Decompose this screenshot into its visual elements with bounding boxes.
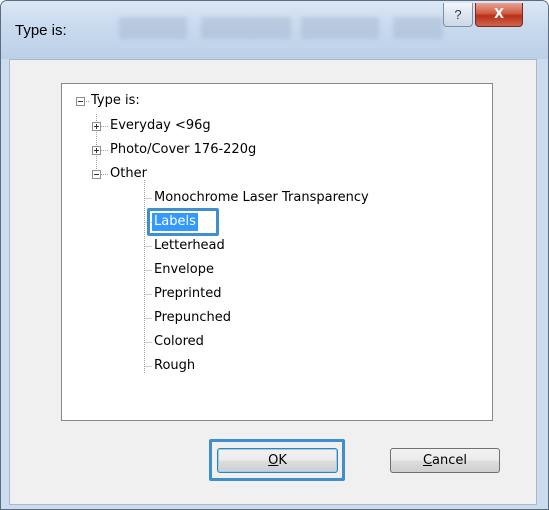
dialog-window: Type is: ? X Type is: Everyday <96g Phot…	[0, 0, 549, 510]
background-blur	[201, 17, 291, 39]
tree-item-photo-cover[interactable]: Photo/Cover 176-220g	[110, 141, 256, 159]
collapse-icon[interactable]	[76, 97, 85, 106]
expand-icon[interactable]	[92, 146, 101, 155]
tree-item-letterhead[interactable]: Letterhead	[154, 237, 225, 255]
expand-icon[interactable]	[92, 122, 101, 131]
labels-highlight-ring	[147, 208, 219, 236]
tree-item-envelope[interactable]: Envelope	[154, 261, 214, 279]
background-blur	[301, 17, 379, 39]
paper-type-tree[interactable]: Type is: Everyday <96g Photo/Cover 176-2…	[61, 83, 493, 421]
cancel-mnemonic: C	[422, 453, 433, 468]
tree-item-colored[interactable]: Colored	[154, 333, 204, 351]
ok-label-rest: K	[278, 453, 287, 468]
background-blur	[119, 17, 187, 39]
tree-item-rough[interactable]: Rough	[154, 357, 195, 375]
tree-item-prepunched[interactable]: Prepunched	[154, 309, 231, 327]
ok-button[interactable]: OK	[217, 448, 338, 473]
background-blur	[393, 17, 443, 39]
help-icon: ?	[454, 7, 462, 22]
tree-item-other[interactable]: Other	[110, 165, 147, 183]
dialog-client-area: Type is: Everyday <96g Photo/Cover 176-2…	[9, 59, 537, 505]
cancel-label-rest: ancel	[432, 453, 468, 468]
help-button[interactable]: ?	[443, 3, 473, 27]
tree-item-everyday[interactable]: Everyday <96g	[110, 117, 211, 135]
collapse-icon[interactable]	[92, 170, 101, 179]
cancel-button[interactable]: Cancel	[390, 448, 500, 473]
close-button[interactable]: X	[475, 3, 523, 27]
ok-mnemonic: O	[268, 453, 279, 468]
title-bar[interactable]: Type is: ? X	[1, 1, 548, 59]
tree-item-preprinted[interactable]: Preprinted	[154, 285, 221, 303]
tree-item-monochrome-laser-transparency[interactable]: Monochrome Laser Transparency	[154, 189, 369, 207]
dialog-title: Type is:	[15, 22, 67, 39]
tree-root-label[interactable]: Type is:	[91, 92, 140, 110]
close-icon: X	[493, 7, 505, 22]
